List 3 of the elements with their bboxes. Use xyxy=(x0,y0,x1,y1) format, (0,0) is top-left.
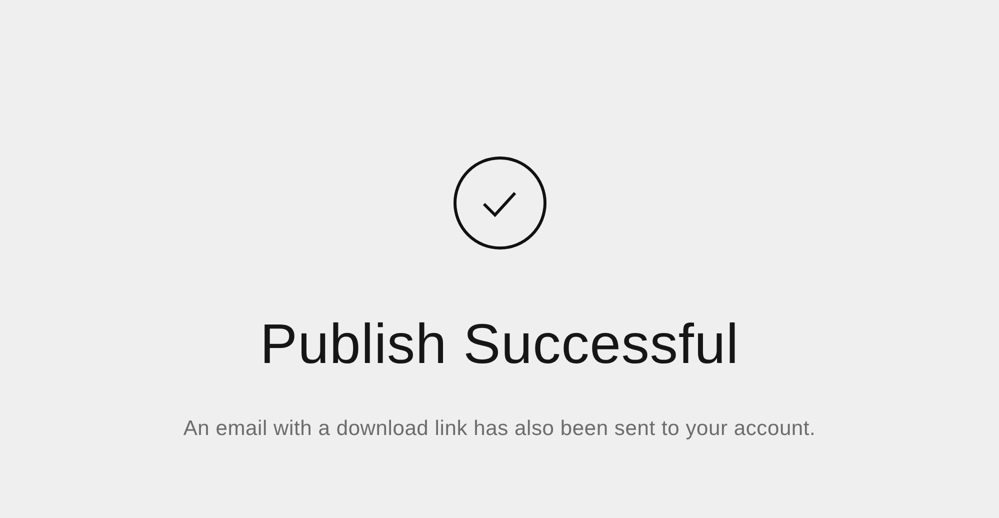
success-message: An email with a download link has also been sent to your account. xyxy=(183,416,816,442)
success-title: Publish Successful xyxy=(260,313,739,375)
checkmark-circle-icon xyxy=(452,155,548,251)
